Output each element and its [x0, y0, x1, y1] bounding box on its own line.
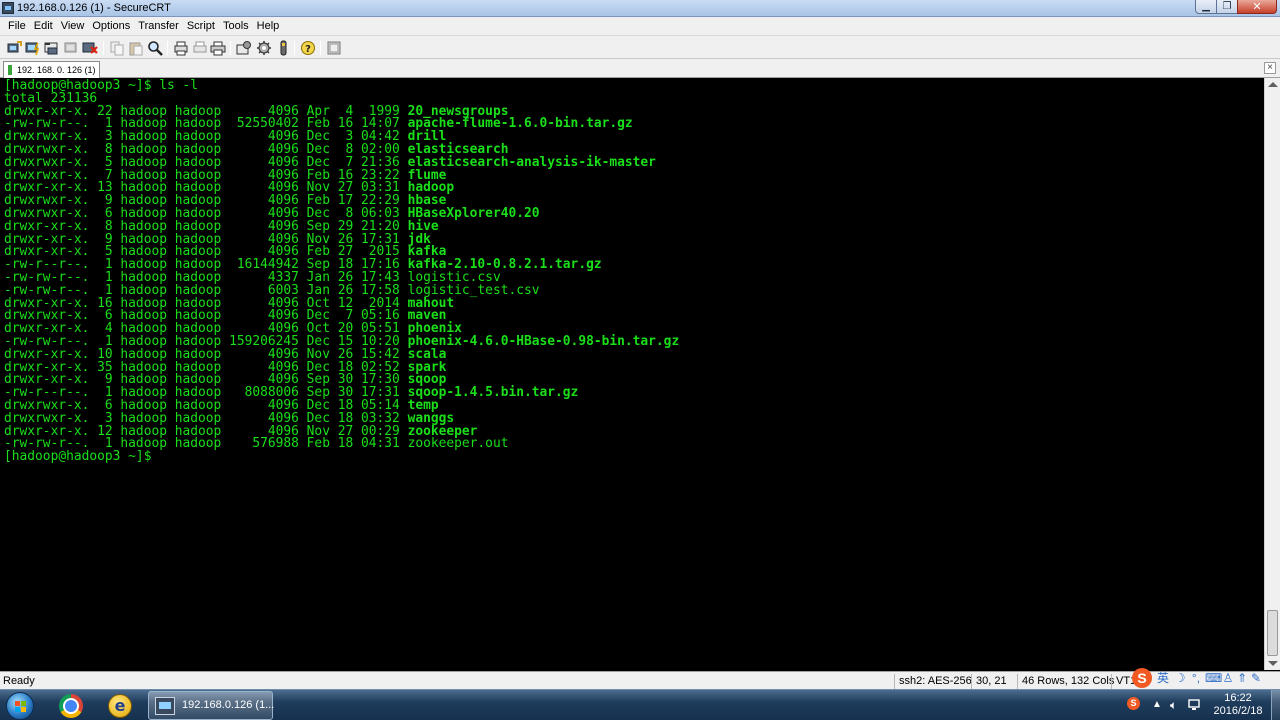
prompt-text: [hadoop@hadoop3 ~]$	[4, 449, 160, 465]
menu-help[interactable]: Help	[253, 18, 284, 34]
browser-taskbar-button[interactable]: e	[101, 692, 139, 720]
current-prompt-line: [hadoop@hadoop3 ~]$	[4, 449, 1264, 465]
show-desktop-button[interactable]	[1271, 690, 1280, 720]
moon-icon[interactable]: ☽	[1173, 670, 1187, 686]
punctuation-icon[interactable]: °,	[1189, 670, 1203, 686]
close-tab-button[interactable]: ×	[1264, 62, 1276, 74]
windows-logo-icon	[6, 692, 34, 720]
print-icon[interactable]	[210, 40, 226, 56]
menu-script[interactable]: Script	[183, 18, 219, 34]
clock-time: 16:22	[1224, 692, 1252, 704]
wrench-icon[interactable]: ✎	[1249, 670, 1263, 686]
menu-options[interactable]: Options	[88, 18, 134, 34]
securecrt-taskbar-label: 192.168.0.126 (1...	[182, 699, 275, 711]
paste-icon[interactable]	[128, 40, 144, 56]
listing-row-filename: zookeeper.out	[407, 436, 509, 452]
listing-row: -rw-rw-r--. 1 hadoop hadoop 576988 Feb 1…	[4, 436, 1264, 452]
sftp-icon[interactable]	[326, 40, 342, 56]
window-title: 192.168.0.126 (1) - SecureCRT	[17, 2, 171, 14]
disconnect-icon[interactable]	[82, 40, 98, 56]
listing-row-filename: phoenix-4.6.0-HBase-0.98-bin.tar.gz	[407, 333, 680, 349]
windows-taskbar: e 192.168.0.126 (1... S ▲ 🔈︎ 16:22 2016/…	[0, 689, 1280, 720]
volume-icon[interactable]: 🔈︎	[1170, 698, 1184, 712]
securecrt-app-icon[interactable]	[2, 2, 14, 14]
securecrt-taskbar-button[interactable]: 192.168.0.126 (1...	[148, 691, 275, 720]
ime-logo-icon[interactable]: S	[1132, 668, 1152, 688]
menu-transfer[interactable]: Transfer	[134, 18, 183, 34]
network-icon[interactable]	[1188, 698, 1202, 712]
minimize-button[interactable]: ▁	[1195, 0, 1217, 14]
close-button[interactable]: ✕	[1237, 0, 1277, 14]
keyboard-icon[interactable]: ⌨	[1205, 670, 1222, 686]
terminal-output[interactable]: [hadoop@hadoop3 ~]$ ls -l total 231136 d…	[0, 78, 1264, 670]
help-icon[interactable]: ?	[300, 40, 316, 56]
show-hidden-icons-icon[interactable]: ▲	[1152, 698, 1166, 712]
system-tray: S ▲ 🔈︎	[1120, 690, 1208, 720]
e-browser-icon: e	[108, 694, 132, 718]
print-selection-icon[interactable]	[192, 40, 208, 56]
scroll-down-icon[interactable]	[1268, 661, 1278, 666]
clock-date: 2016/2/18	[1213, 705, 1263, 717]
restore-button[interactable]: ❐	[1216, 0, 1238, 14]
toolbar-separator	[294, 41, 295, 55]
copy-icon[interactable]	[109, 40, 125, 56]
session-options-icon[interactable]	[236, 40, 252, 56]
toolbar-separator	[167, 41, 168, 55]
securecrt-icon	[155, 697, 175, 715]
quick-connect-icon[interactable]	[25, 40, 41, 56]
connect-icon[interactable]	[6, 40, 22, 56]
sogou-tray-icon[interactable]: S	[1127, 697, 1140, 710]
minimize-icon: ▁	[1202, 0, 1210, 12]
global-options-icon[interactable]	[256, 40, 272, 56]
chrome-icon	[59, 694, 83, 718]
session-tab-strip: 192. 168. 0. 126 (1) ×	[0, 59, 1280, 78]
connected-indicator-icon	[8, 65, 12, 75]
terminal-scrollbar[interactable]	[1264, 78, 1280, 670]
reconnect-icon[interactable]	[63, 40, 79, 56]
ime-toolbar[interactable]: S 英 ☽ °, ⌨ ♙ ⇑ ✎	[1131, 668, 1280, 688]
command-prompt-line: [hadoop@hadoop3 ~]$ ls -l	[4, 78, 199, 93]
scroll-up-icon[interactable]	[1268, 82, 1278, 87]
scroll-thumb[interactable]	[1267, 610, 1278, 656]
menu-view[interactable]: View	[57, 18, 89, 34]
menu-tools[interactable]: Tools	[219, 18, 253, 34]
listing: drwxr-xr-x. 22 hadoop hadoop 4096 Apr 4 …	[4, 105, 1264, 452]
start-button[interactable]	[2, 690, 40, 720]
status-cipher: ssh2: AES-256	[894, 674, 976, 689]
chrome-taskbar-button[interactable]	[52, 692, 90, 720]
connect-in-tab-icon[interactable]	[44, 40, 60, 56]
ime-language-toggle[interactable]: 英	[1156, 670, 1170, 686]
toolbar: ?	[0, 35, 1280, 59]
print-screen-icon[interactable]	[173, 40, 189, 56]
toolbar-separator	[320, 41, 321, 55]
toolbar-separator	[103, 41, 104, 55]
session-tab-label: 192. 168. 0. 126 (1)	[17, 65, 96, 75]
keymap-icon[interactable]	[275, 40, 291, 56]
title-bar[interactable]: 192.168.0.126 (1) - SecureCRT ▁ ❐ ✕	[0, 0, 1280, 17]
menu-file[interactable]: File	[4, 18, 30, 34]
clock[interactable]: 16:22 2016/2/18	[1208, 692, 1268, 718]
find-icon[interactable]	[147, 40, 163, 56]
menu-bar: File Edit View Options Transfer Script T…	[0, 17, 1280, 35]
toolbar-separator	[230, 41, 231, 55]
status-ready: Ready	[3, 675, 35, 687]
menu-edit[interactable]: Edit	[30, 18, 57, 34]
svg-text:?: ?	[305, 44, 311, 55]
status-cursor: 30, 21	[971, 674, 1011, 689]
user-icon[interactable]: ♙	[1221, 670, 1235, 686]
shirt-icon[interactable]: ⇑	[1235, 670, 1249, 686]
status-bar: Ready ssh2: AES-256 30, 21 46 Rows, 132 …	[0, 671, 1280, 689]
session-tab[interactable]: 192. 168. 0. 126 (1)	[3, 61, 100, 78]
restore-icon: ❐	[1222, 0, 1232, 12]
status-size: 46 Rows, 132 Cols	[1017, 674, 1118, 689]
close-icon: ✕	[1252, 0, 1262, 13]
